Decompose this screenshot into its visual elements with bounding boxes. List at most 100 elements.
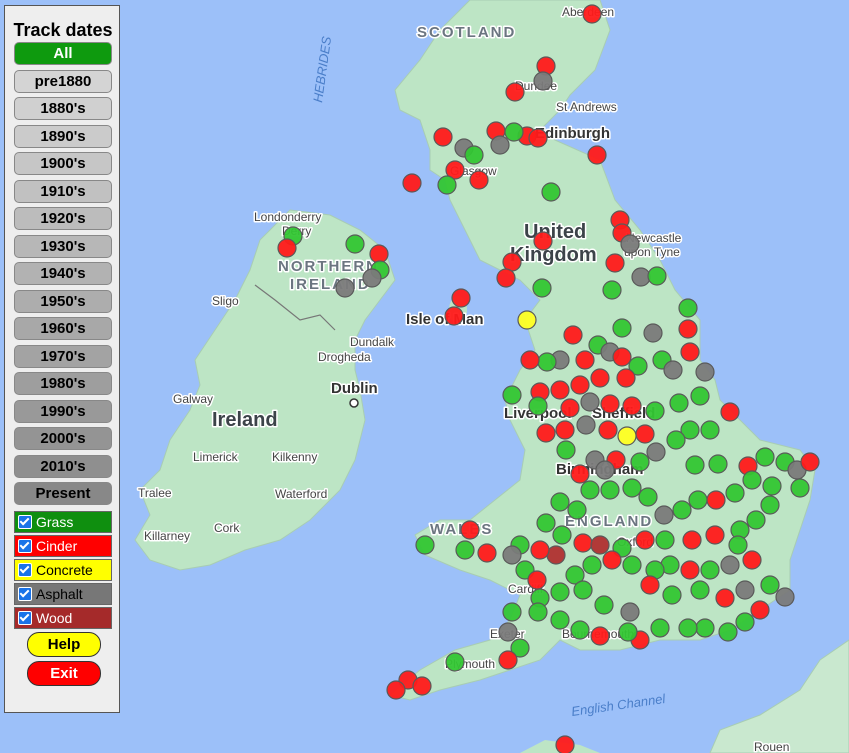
- track-marker-cinder[interactable]: [527, 570, 547, 590]
- surface-toggle-wood[interactable]: Wood: [14, 607, 112, 629]
- track-marker-cinder[interactable]: [369, 244, 389, 264]
- track-marker-cinder[interactable]: [502, 252, 522, 272]
- track-marker-asphalt[interactable]: [335, 278, 355, 298]
- track-marker-grass[interactable]: [612, 318, 632, 338]
- surface-toggle-concrete[interactable]: Concrete: [14, 559, 112, 581]
- track-marker-grass[interactable]: [445, 652, 465, 672]
- track-marker-grass[interactable]: [415, 535, 435, 555]
- track-marker-cinder[interactable]: [575, 350, 595, 370]
- surface-toggle-grass[interactable]: Grass: [14, 511, 112, 533]
- track-marker-grass[interactable]: [742, 470, 762, 490]
- track-marker-grass[interactable]: [746, 510, 766, 530]
- track-marker-asphalt[interactable]: [580, 392, 600, 412]
- track-marker-grass[interactable]: [690, 386, 710, 406]
- track-marker-grass[interactable]: [695, 618, 715, 638]
- track-marker-cinder[interactable]: [602, 550, 622, 570]
- track-marker-grass[interactable]: [630, 452, 650, 472]
- track-marker-cinder[interactable]: [412, 676, 432, 696]
- track-marker-cinder[interactable]: [498, 650, 518, 670]
- track-marker-cinder[interactable]: [600, 394, 620, 414]
- date-button-1930s[interactable]: 1930's: [14, 234, 112, 258]
- track-marker-asphalt[interactable]: [720, 555, 740, 575]
- track-marker-grass[interactable]: [700, 560, 720, 580]
- track-marker-asphalt[interactable]: [775, 587, 795, 607]
- track-marker-cinder[interactable]: [460, 520, 480, 540]
- track-marker-cinder[interactable]: [530, 540, 550, 560]
- checkbox-checked-icon[interactable]: [18, 611, 32, 625]
- track-marker-asphalt[interactable]: [646, 442, 666, 462]
- track-marker-grass[interactable]: [550, 582, 570, 602]
- track-marker-asphalt[interactable]: [498, 622, 518, 642]
- track-marker-grass[interactable]: [790, 478, 810, 498]
- track-marker-grass[interactable]: [690, 580, 710, 600]
- track-marker-cinder[interactable]: [570, 464, 590, 484]
- track-marker-cinder[interactable]: [715, 588, 735, 608]
- track-marker-cinder[interactable]: [402, 173, 422, 193]
- track-marker-grass[interactable]: [550, 610, 570, 630]
- track-marker-grass[interactable]: [725, 483, 745, 503]
- track-marker-cinder[interactable]: [678, 319, 698, 339]
- track-marker-asphalt[interactable]: [695, 362, 715, 382]
- track-marker-cinder[interactable]: [277, 238, 297, 258]
- track-marker-cinder[interactable]: [706, 490, 726, 510]
- track-marker-cinder[interactable]: [433, 127, 453, 147]
- track-marker-grass[interactable]: [650, 618, 670, 638]
- track-marker-cinder[interactable]: [570, 375, 590, 395]
- track-marker-cinder[interactable]: [635, 424, 655, 444]
- date-button-1990s[interactable]: 1990's: [14, 399, 112, 423]
- track-marker-grass[interactable]: [580, 480, 600, 500]
- track-marker-cinder[interactable]: [528, 128, 548, 148]
- track-marker-cinder[interactable]: [616, 368, 636, 388]
- map[interactable]: SCOTLAND United Kingdom NORTHERN IRELAND…: [0, 0, 849, 753]
- track-marker-cinder[interactable]: [605, 253, 625, 273]
- track-marker-cinder[interactable]: [640, 575, 660, 595]
- date-button-1900s[interactable]: 1900's: [14, 152, 112, 175]
- track-marker-cinder[interactable]: [720, 402, 740, 422]
- date-button-all[interactable]: All: [14, 42, 112, 65]
- date-button-1970s[interactable]: 1970's: [14, 344, 112, 368]
- track-marker-grass[interactable]: [567, 500, 587, 520]
- track-marker-cinder[interactable]: [612, 347, 632, 367]
- track-marker-concrete[interactable]: [617, 426, 637, 446]
- track-marker-cinder[interactable]: [750, 600, 770, 620]
- checkbox-checked-icon[interactable]: [18, 515, 32, 529]
- track-marker-grass[interactable]: [638, 487, 658, 507]
- track-marker-grass[interactable]: [655, 530, 675, 550]
- track-marker-grass[interactable]: [502, 385, 522, 405]
- track-marker-cinder[interactable]: [598, 420, 618, 440]
- track-marker-grass[interactable]: [536, 513, 556, 533]
- exit-button[interactable]: Exit: [27, 661, 101, 686]
- date-button-1880s[interactable]: 1880's: [14, 97, 112, 120]
- track-marker-cinder[interactable]: [563, 325, 583, 345]
- track-marker-grass[interactable]: [573, 580, 593, 600]
- track-marker-grass[interactable]: [504, 122, 524, 142]
- track-marker-grass[interactable]: [666, 430, 686, 450]
- track-marker-cinder[interactable]: [742, 550, 762, 570]
- track-marker-grass[interactable]: [672, 500, 692, 520]
- track-marker-cinder[interactable]: [682, 530, 702, 550]
- track-marker-cinder[interactable]: [386, 680, 406, 700]
- track-marker-grass[interactable]: [345, 234, 365, 254]
- track-marker-cinder[interactable]: [590, 368, 610, 388]
- track-marker-concrete[interactable]: [517, 310, 537, 330]
- track-marker-grass[interactable]: [600, 480, 620, 500]
- track-marker-asphalt[interactable]: [533, 71, 553, 91]
- track-marker-grass[interactable]: [688, 490, 708, 510]
- track-marker-asphalt[interactable]: [620, 234, 640, 254]
- track-marker-grass[interactable]: [570, 620, 590, 640]
- track-marker-asphalt[interactable]: [735, 580, 755, 600]
- track-marker-grass[interactable]: [532, 278, 552, 298]
- track-marker-grass[interactable]: [582, 555, 602, 575]
- track-marker-cinder[interactable]: [520, 350, 540, 370]
- track-marker-cinder[interactable]: [587, 145, 607, 165]
- track-marker-wood[interactable]: [590, 535, 610, 555]
- track-marker-cinder[interactable]: [451, 288, 471, 308]
- track-marker-grass[interactable]: [502, 602, 522, 622]
- track-marker-wood[interactable]: [546, 545, 566, 565]
- date-button-present[interactable]: Present: [14, 482, 112, 505]
- date-button-pre1880[interactable]: pre1880: [14, 69, 112, 93]
- track-marker-cinder[interactable]: [469, 170, 489, 190]
- track-marker-cinder[interactable]: [680, 342, 700, 362]
- track-marker-grass[interactable]: [762, 476, 782, 496]
- track-marker-cinder[interactable]: [582, 4, 602, 24]
